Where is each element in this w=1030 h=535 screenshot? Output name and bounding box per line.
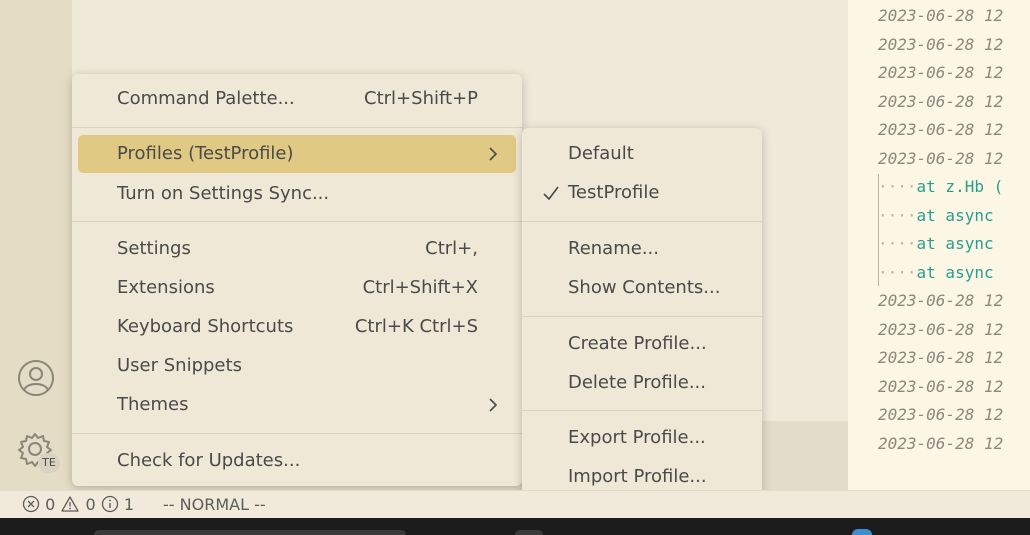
- menu-item-profiles[interactable]: Profiles (TestProfile): [78, 135, 516, 173]
- menu-item-extensions[interactable]: Extensions Ctrl+Shift+X: [78, 269, 516, 307]
- stack-text: at async: [916, 234, 994, 253]
- menu-item-label: Create Profile...: [568, 333, 707, 354]
- whitespace-dots: ····: [878, 263, 917, 282]
- taskbar-app[interactable]: [515, 530, 543, 535]
- menu-item-rename[interactable]: Rename...: [528, 230, 756, 268]
- chevron-right-icon: [489, 398, 498, 412]
- status-bar: 0 0 1 -- NORMAL --: [0, 490, 1030, 518]
- menu-item-settings-sync[interactable]: Turn on Settings Sync...: [78, 175, 516, 213]
- menu-item-create-profile[interactable]: Create Profile...: [528, 325, 756, 363]
- profiles-submenu: Default TestProfile Rename... Show Conte…: [522, 128, 762, 503]
- log-line: 2023-06-28 12: [878, 320, 1004, 339]
- log-line: 2023-06-28 12: [878, 92, 1004, 111]
- log-line: 2023-06-28 12: [878, 149, 1004, 168]
- menu-item-label: Extensions: [117, 277, 215, 298]
- log-line: 2023-06-28 12: [878, 63, 1004, 82]
- taskbar-app[interactable]: [852, 529, 872, 535]
- taskbar-search[interactable]: [94, 530, 406, 535]
- menu-item-show-contents[interactable]: Show Contents...: [528, 269, 756, 307]
- taskbar: [0, 518, 1030, 535]
- chevron-right-icon: [489, 147, 498, 161]
- activity-bar: TE: [0, 0, 72, 490]
- menu-item-label: Delete Profile...: [568, 372, 706, 393]
- menu-item-command-palette[interactable]: Command Palette... Ctrl+Shift+P: [78, 80, 516, 118]
- menu-item-label: Show Contents...: [568, 277, 721, 298]
- menu-item-settings[interactable]: Settings Ctrl+,: [78, 230, 516, 268]
- warning-icon: [61, 496, 80, 512]
- stack-line: ····at async: [878, 259, 994, 287]
- menu-item-label: Themes: [117, 394, 189, 415]
- menu-item-label: Profiles (TestProfile): [117, 143, 294, 164]
- log-editor[interactable]: 2023-06-28 12 2023-06-28 12 2023-06-28 1…: [848, 0, 1030, 490]
- error-count: 0: [45, 495, 56, 514]
- menu-item-label: Check for Updates...: [117, 450, 301, 471]
- stack-line: ····at async: [878, 202, 994, 230]
- menu-item-label: Command Palette...: [117, 88, 295, 109]
- stack-text: at async: [916, 206, 994, 225]
- info-count: 1: [123, 495, 135, 514]
- stack-text: at async: [916, 263, 994, 282]
- menu-item-shortcut: Ctrl+Shift+P: [364, 88, 478, 109]
- menu-item-label: Default: [568, 143, 634, 164]
- stack-line: ····at z.Hb (: [878, 173, 1003, 201]
- menu-separator: [72, 221, 522, 222]
- warning-count: 0: [85, 495, 96, 514]
- menu-item-label: Rename...: [568, 238, 659, 259]
- log-line: 2023-06-28 12: [878, 35, 1004, 54]
- log-line: 2023-06-28 12: [878, 434, 1004, 453]
- vim-mode: -- NORMAL --: [163, 495, 266, 514]
- whitespace-dots: ····: [878, 234, 917, 253]
- problems-indicator[interactable]: 0 0 1: [22, 491, 134, 519]
- menu-item-label: TestProfile: [568, 182, 660, 203]
- menu-item-themes[interactable]: Themes: [78, 386, 516, 424]
- log-line: 2023-06-28 12: [878, 291, 1004, 310]
- info-icon: [101, 495, 118, 513]
- log-line: 2023-06-28 12: [878, 377, 1004, 396]
- menu-item-shortcut: Ctrl+Shift+X: [362, 277, 478, 298]
- stack-text: at z.Hb (: [916, 177, 1004, 196]
- menu-item-check-updates[interactable]: Check for Updates...: [78, 442, 516, 480]
- menu-item-label: User Snippets: [117, 355, 242, 376]
- whitespace-dots: ····: [878, 177, 917, 196]
- menu-item-shortcut: Ctrl+,: [425, 238, 478, 259]
- menu-separator: [522, 410, 762, 411]
- menu-item-delete-profile[interactable]: Delete Profile...: [528, 364, 756, 402]
- menu-item-user-snippets[interactable]: User Snippets: [78, 347, 516, 385]
- profile-item-default[interactable]: Default: [528, 135, 756, 173]
- whitespace-dots: ····: [878, 206, 917, 225]
- error-icon: [22, 495, 40, 513]
- menu-separator: [522, 221, 762, 222]
- manage-menu: Command Palette... Ctrl+Shift+P Profiles…: [72, 74, 522, 486]
- log-line: 2023-06-28 12: [878, 348, 1004, 367]
- menu-item-label: Settings: [117, 238, 191, 259]
- menu-separator: [72, 127, 522, 128]
- menu-item-export-profile[interactable]: Export Profile...: [528, 419, 756, 457]
- profile-item-testprofile[interactable]: TestProfile: [528, 174, 756, 212]
- menu-item-label: Keyboard Shortcuts: [117, 316, 294, 337]
- menu-item-keyboard-shortcuts[interactable]: Keyboard Shortcuts Ctrl+K Ctrl+S: [78, 308, 516, 346]
- menu-item-label: Export Profile...: [568, 427, 706, 448]
- menu-item-label: Turn on Settings Sync...: [117, 183, 330, 204]
- checkmark-icon: [543, 186, 559, 201]
- log-line: 2023-06-28 12: [878, 405, 1004, 424]
- account-icon[interactable]: [16, 358, 56, 398]
- log-line: 2023-06-28 12: [878, 6, 1004, 25]
- stack-line: ····at async: [878, 230, 994, 258]
- menu-separator: [72, 433, 522, 434]
- menu-separator: [522, 316, 762, 317]
- menu-item-shortcut: Ctrl+K Ctrl+S: [354, 316, 478, 337]
- profile-badge: TE: [38, 453, 60, 473]
- log-line: 2023-06-28 12: [878, 120, 1004, 139]
